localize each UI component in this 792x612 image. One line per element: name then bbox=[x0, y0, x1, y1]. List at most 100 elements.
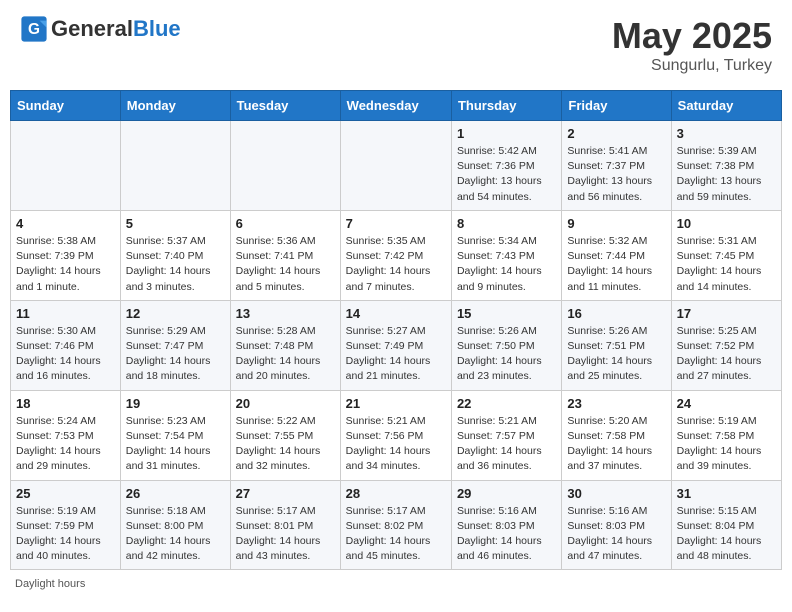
day-info: Sunrise: 5:34 AM Sunset: 7:43 PM Dayligh… bbox=[457, 234, 556, 295]
calendar-cell: 2Sunrise: 5:41 AM Sunset: 7:37 PM Daylig… bbox=[562, 121, 671, 211]
day-number: 11 bbox=[16, 306, 115, 321]
day-number: 1 bbox=[457, 126, 556, 141]
day-info: Sunrise: 5:20 AM Sunset: 7:58 PM Dayligh… bbox=[567, 414, 665, 475]
calendar-cell: 18Sunrise: 5:24 AM Sunset: 7:53 PM Dayli… bbox=[11, 390, 121, 480]
weekday-header-thursday: Thursday bbox=[451, 91, 561, 121]
logo-blue-text: Blue bbox=[133, 16, 181, 41]
day-info: Sunrise: 5:17 AM Sunset: 8:01 PM Dayligh… bbox=[236, 504, 335, 565]
calendar-cell: 9Sunrise: 5:32 AM Sunset: 7:44 PM Daylig… bbox=[562, 210, 671, 300]
calendar-cell: 13Sunrise: 5:28 AM Sunset: 7:48 PM Dayli… bbox=[230, 300, 340, 390]
calendar-cell bbox=[230, 121, 340, 211]
day-number: 8 bbox=[457, 216, 556, 231]
day-info: Sunrise: 5:29 AM Sunset: 7:47 PM Dayligh… bbox=[126, 324, 225, 385]
day-info: Sunrise: 5:41 AM Sunset: 7:37 PM Dayligh… bbox=[567, 144, 665, 205]
day-number: 21 bbox=[346, 396, 446, 411]
calendar-week-row: 4 Sunrise: 5:38 AM Sunset: 7:39 PM Daylig… bbox=[11, 210, 782, 300]
day-info: Sunrise: 5:32 AM Sunset: 7:44 PM Dayligh… bbox=[567, 234, 665, 295]
calendar-cell: 25 Sunrise: 5:19 AM Sunset: 7:59 PM Dayli… bbox=[11, 480, 121, 570]
calendar-cell: 24 Sunrise: 5:19 AM Sunset: 7:58 PM Dayli… bbox=[671, 390, 781, 480]
calendar-table: SundayMondayTuesdayWednesdayThursdayFrid… bbox=[10, 90, 782, 570]
day-info: Sunrise: 5:18 AM Sunset: 8:00 PM Dayligh… bbox=[126, 504, 225, 565]
day-info: Sunrise: 5:35 AM Sunset: 7:42 PM Dayligh… bbox=[346, 234, 446, 295]
day-info: Sunrise: 5:39 AM Sunset: 7:38 PM Dayligh… bbox=[677, 144, 776, 205]
weekday-header-wednesday: Wednesday bbox=[340, 91, 451, 121]
calendar-cell: 12 Sunrise: 5:29 AM Sunset: 7:47 PM Dayli… bbox=[120, 300, 230, 390]
weekday-header-monday: Monday bbox=[120, 91, 230, 121]
calendar-cell: 15 Sunrise: 5:26 AM Sunset: 7:50 PM Dayli… bbox=[451, 300, 561, 390]
calendar-cell: 3 Sunrise: 5:39 AM Sunset: 7:38 PM Daylig… bbox=[671, 121, 781, 211]
calendar-cell: 4 Sunrise: 5:38 AM Sunset: 7:39 PM Daylig… bbox=[11, 210, 121, 300]
calendar-cell: 29Sunrise: 5:16 AM Sunset: 8:03 PM Dayli… bbox=[451, 480, 561, 570]
day-info: Sunrise: 5:37 AM Sunset: 7:40 PM Dayligh… bbox=[126, 234, 225, 295]
day-number: 24 bbox=[677, 396, 776, 411]
weekday-header-row: SundayMondayTuesdayWednesdayThursdayFrid… bbox=[11, 91, 782, 121]
day-info: Sunrise: 5:15 AM Sunset: 8:04 PM Dayligh… bbox=[677, 504, 776, 565]
day-number: 10 bbox=[677, 216, 776, 231]
calendar-cell: 10 Sunrise: 5:31 AM Sunset: 7:45 PM Dayli… bbox=[671, 210, 781, 300]
weekday-header-tuesday: Tuesday bbox=[230, 91, 340, 121]
day-info: Sunrise: 5:19 AM Sunset: 7:59 PM Dayligh… bbox=[16, 504, 115, 565]
day-number: 27 bbox=[236, 486, 335, 501]
calendar-cell bbox=[120, 121, 230, 211]
calendar-cell: 20Sunrise: 5:22 AM Sunset: 7:55 PM Dayli… bbox=[230, 390, 340, 480]
calendar-cell: 23 Sunrise: 5:20 AM Sunset: 7:58 PM Dayli… bbox=[562, 390, 671, 480]
calendar-cell: 27 Sunrise: 5:17 AM Sunset: 8:01 PM Dayli… bbox=[230, 480, 340, 570]
day-info: Sunrise: 5:17 AM Sunset: 8:02 PM Dayligh… bbox=[346, 504, 446, 565]
calendar-week-row: 11 Sunrise: 5:30 AM Sunset: 7:46 PM Dayli… bbox=[11, 300, 782, 390]
calendar-cell: 16 Sunrise: 5:26 AM Sunset: 7:51 PM Dayli… bbox=[562, 300, 671, 390]
day-number: 30 bbox=[567, 486, 665, 501]
day-info: Sunrise: 5:27 AM Sunset: 7:49 PM Dayligh… bbox=[346, 324, 446, 385]
day-number: 6 bbox=[236, 216, 335, 231]
month-year-title: May 2025 bbox=[612, 15, 772, 57]
day-info: Sunrise: 5:36 AM Sunset: 7:41 PM Dayligh… bbox=[236, 234, 335, 295]
day-number: 23 bbox=[567, 396, 665, 411]
calendar-cell: 21 Sunrise: 5:21 AM Sunset: 7:56 PM Dayli… bbox=[340, 390, 451, 480]
calendar-cell: 5 Sunrise: 5:37 AM Sunset: 7:40 PM Daylig… bbox=[120, 210, 230, 300]
calendar-cell: 6 Sunrise: 5:36 AM Sunset: 7:41 PM Daylig… bbox=[230, 210, 340, 300]
day-info: Sunrise: 5:21 AM Sunset: 7:57 PM Dayligh… bbox=[457, 414, 556, 475]
calendar-cell: 14 Sunrise: 5:27 AM Sunset: 7:49 PM Dayli… bbox=[340, 300, 451, 390]
weekday-header-friday: Friday bbox=[562, 91, 671, 121]
day-number: 31 bbox=[677, 486, 776, 501]
day-number: 25 bbox=[16, 486, 115, 501]
day-number: 28 bbox=[346, 486, 446, 501]
day-info: Sunrise: 5:26 AM Sunset: 7:51 PM Dayligh… bbox=[567, 324, 665, 385]
calendar-cell bbox=[11, 121, 121, 211]
footer: Daylight hours bbox=[10, 578, 782, 590]
day-info: Sunrise: 5:21 AM Sunset: 7:56 PM Dayligh… bbox=[346, 414, 446, 475]
day-info: Sunrise: 5:26 AM Sunset: 7:50 PM Dayligh… bbox=[457, 324, 556, 385]
day-info: Sunrise: 5:38 AM Sunset: 7:39 PM Dayligh… bbox=[16, 234, 115, 295]
calendar-week-row: 1 Sunrise: 5:42 AM Sunset: 7:36 PM Daylig… bbox=[11, 121, 782, 211]
calendar-week-row: 18Sunrise: 5:24 AM Sunset: 7:53 PM Dayli… bbox=[11, 390, 782, 480]
day-info: Sunrise: 5:42 AM Sunset: 7:36 PM Dayligh… bbox=[457, 144, 556, 205]
location-subtitle: Sungurlu, Turkey bbox=[612, 57, 772, 75]
day-number: 22 bbox=[457, 396, 556, 411]
day-number: 14 bbox=[346, 306, 446, 321]
day-number: 15 bbox=[457, 306, 556, 321]
logo-icon: G bbox=[20, 15, 48, 43]
weekday-header-saturday: Saturday bbox=[671, 91, 781, 121]
calendar-cell: 1 Sunrise: 5:42 AM Sunset: 7:36 PM Daylig… bbox=[451, 121, 561, 211]
day-info: Sunrise: 5:22 AM Sunset: 7:55 PM Dayligh… bbox=[236, 414, 335, 475]
title-block: May 2025 Sungurlu, Turkey bbox=[612, 15, 772, 75]
day-number: 4 bbox=[16, 216, 115, 231]
calendar-cell: 7 Sunrise: 5:35 AM Sunset: 7:42 PM Daylig… bbox=[340, 210, 451, 300]
day-info: Sunrise: 5:31 AM Sunset: 7:45 PM Dayligh… bbox=[677, 234, 776, 295]
weekday-header-sunday: Sunday bbox=[11, 91, 121, 121]
day-info: Sunrise: 5:30 AM Sunset: 7:46 PM Dayligh… bbox=[16, 324, 115, 385]
calendar-cell: 11 Sunrise: 5:30 AM Sunset: 7:46 PM Dayli… bbox=[11, 300, 121, 390]
day-info: Sunrise: 5:16 AM Sunset: 8:03 PM Dayligh… bbox=[567, 504, 665, 565]
day-number: 12 bbox=[126, 306, 225, 321]
day-number: 3 bbox=[677, 126, 776, 141]
calendar-cell: 30 Sunrise: 5:16 AM Sunset: 8:03 PM Dayli… bbox=[562, 480, 671, 570]
day-number: 5 bbox=[126, 216, 225, 231]
calendar-cell: 17Sunrise: 5:25 AM Sunset: 7:52 PM Dayli… bbox=[671, 300, 781, 390]
day-info: Sunrise: 5:19 AM Sunset: 7:58 PM Dayligh… bbox=[677, 414, 776, 475]
day-number: 16 bbox=[567, 306, 665, 321]
logo: G GeneralBlue bbox=[20, 15, 181, 43]
calendar-cell: 8 Sunrise: 5:34 AM Sunset: 7:43 PM Daylig… bbox=[451, 210, 561, 300]
calendar-cell bbox=[340, 121, 451, 211]
day-number: 29 bbox=[457, 486, 556, 501]
day-number: 19 bbox=[126, 396, 225, 411]
day-number: 7 bbox=[346, 216, 446, 231]
